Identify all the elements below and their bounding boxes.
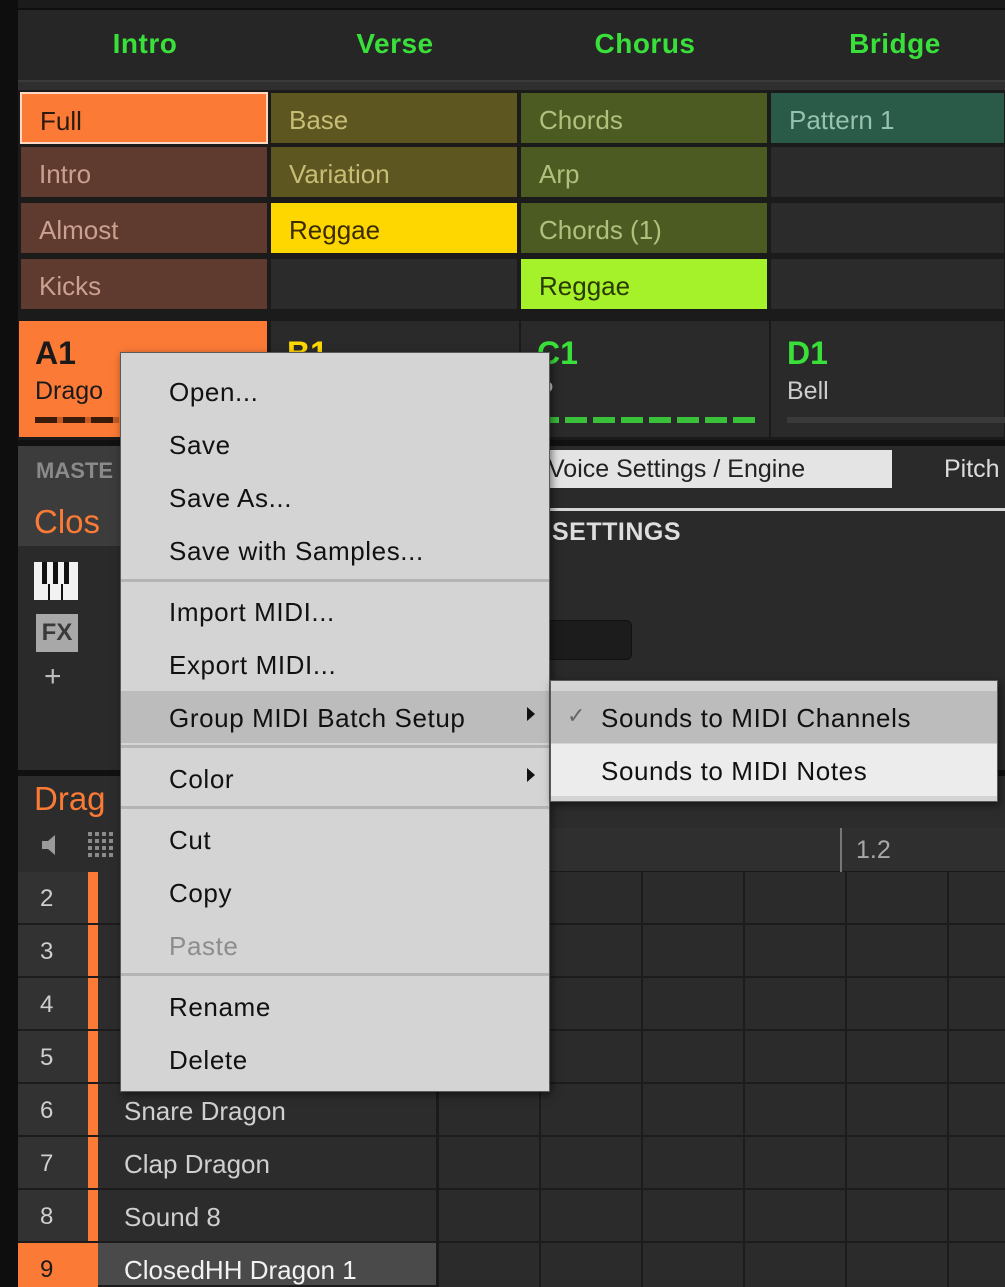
- menu-item-export-midi[interactable]: Export MIDI...: [121, 638, 549, 690]
- pattern-slot-empty[interactable]: [770, 146, 1005, 198]
- sound-row[interactable]: 8 Sound 8: [18, 1190, 436, 1243]
- group-level-meter: [537, 417, 755, 423]
- pattern-slot[interactable]: Variation: [270, 146, 518, 198]
- menu-item-group-midi-batch-setup[interactable]: Group MIDI Batch Setup: [121, 691, 549, 743]
- menu-item-save-with-samples[interactable]: Save with Samples...: [121, 524, 549, 576]
- menu-item-rename[interactable]: Rename: [121, 980, 549, 1032]
- checkmark-icon: ✓: [567, 703, 587, 728]
- pattern-slot-empty[interactable]: [770, 202, 1005, 254]
- sound-number: 8: [18, 1190, 88, 1241]
- menu-item-copy[interactable]: Copy: [121, 866, 549, 918]
- midi-batch-submenu: ✓ Sounds to MIDI Channels Sounds to MIDI…: [550, 680, 998, 802]
- menu-item-save[interactable]: Save: [121, 418, 549, 470]
- fx-icon[interactable]: FX: [36, 614, 78, 652]
- sound-color-stripe: [88, 925, 98, 976]
- scene-header: Intro Verse Chorus Bridge: [18, 8, 1005, 80]
- group-name: Drago: [35, 377, 104, 405]
- sound-number: 9: [18, 1243, 88, 1287]
- group-id: A1: [35, 335, 76, 371]
- settings-section-title: SETTINGS: [552, 518, 682, 546]
- group-id: D1: [787, 335, 828, 371]
- scene-bridge[interactable]: Bridge: [770, 28, 1005, 60]
- pattern-slot[interactable]: Kicks: [20, 258, 268, 310]
- group-level-meter: [35, 417, 119, 423]
- sound-color-stripe: [88, 1137, 98, 1188]
- sound-color-stripe: [88, 1190, 98, 1241]
- sound-name: ClosedHH Dragon 1: [124, 1255, 357, 1285]
- menu-separator: [121, 745, 549, 748]
- sound-color-stripe: [88, 1031, 98, 1082]
- grid-icon[interactable]: [86, 830, 116, 860]
- ruler-label: 1.2: [856, 836, 891, 864]
- pattern-slot[interactable]: Almost: [20, 202, 268, 254]
- pattern-slot[interactable]: Arp: [520, 146, 768, 198]
- tab-underline: [520, 508, 1005, 511]
- pattern-slot[interactable]: Reggae: [520, 258, 768, 310]
- sound-name: Clap Dragon: [124, 1149, 270, 1179]
- pattern-slot[interactable]: Chords: [520, 92, 768, 144]
- menu-item-open[interactable]: Open...: [121, 365, 549, 417]
- menu-item-cut[interactable]: Cut: [121, 813, 549, 865]
- pattern-slot[interactable]: Chords (1): [520, 202, 768, 254]
- scene-intro[interactable]: Intro: [20, 28, 270, 60]
- pattern-slot[interactable]: Pattern 1: [770, 92, 1005, 144]
- menu-separator: [121, 806, 549, 809]
- group-level-meter: [787, 417, 1005, 423]
- group-slot-d1[interactable]: D1 Bell: [770, 320, 1005, 438]
- menu-item-color[interactable]: Color: [121, 752, 549, 804]
- sound-row-selected[interactable]: 9 ClosedHH Dragon 1: [18, 1243, 436, 1287]
- tab-pitch[interactable]: Pitch: [944, 455, 1000, 484]
- pattern-slot[interactable]: Intro: [20, 146, 268, 198]
- sound-row[interactable]: 7 Clap Dragon: [18, 1137, 436, 1190]
- sound-name: Snare Dragon: [124, 1096, 286, 1126]
- add-plugin-icon[interactable]: +: [44, 660, 62, 694]
- sound-number: 2: [18, 872, 88, 923]
- sound-color-stripe: [88, 978, 98, 1029]
- window-frame-left: [0, 0, 18, 1287]
- menu-item-import-midi[interactable]: Import MIDI...: [121, 585, 549, 637]
- speaker-icon[interactable]: [40, 832, 66, 858]
- menu-separator: [121, 579, 549, 582]
- menu-separator: [121, 973, 549, 976]
- submenu-item-label: Sounds to MIDI Channels: [601, 703, 912, 733]
- parameter-field[interactable]: [540, 620, 632, 660]
- group-name: Bell: [787, 377, 829, 405]
- scene-verse[interactable]: Verse: [270, 28, 520, 60]
- sound-title: Clos: [34, 503, 101, 540]
- pattern-slot[interactable]: Base: [270, 92, 518, 144]
- submenu-item-sounds-to-midi-channels[interactable]: ✓ Sounds to MIDI Channels: [551, 691, 997, 743]
- submenu-arrow-icon: [527, 768, 535, 782]
- ruler-marker: [840, 828, 842, 872]
- editor-group-title: Drag: [34, 780, 106, 817]
- pattern-slot[interactable]: Full: [20, 92, 268, 144]
- master-label: MASTE: [36, 458, 113, 483]
- context-menu: Open... Save Save As... Save with Sample…: [120, 352, 550, 1092]
- scene-chorus[interactable]: Chorus: [520, 28, 770, 60]
- pattern-slot-empty[interactable]: [770, 258, 1005, 310]
- sound-number: 3: [18, 925, 88, 976]
- menu-item-label: Color: [169, 764, 235, 794]
- submenu-item-label: Sounds to MIDI Notes: [601, 756, 868, 786]
- sound-number: 6: [18, 1084, 88, 1135]
- submenu-arrow-icon: [527, 707, 535, 721]
- menu-item-save-as[interactable]: Save As...: [121, 471, 549, 523]
- sound-name: Sound 8: [124, 1202, 221, 1232]
- group-slot-c1[interactable]: C1 P: [520, 320, 770, 438]
- sound-number: 5: [18, 1031, 88, 1082]
- pattern-slot-empty[interactable]: [270, 258, 518, 310]
- sound-number: 4: [18, 978, 88, 1029]
- scene-separator: [18, 80, 1005, 90]
- menu-item-delete[interactable]: Delete: [121, 1033, 549, 1085]
- menu-item-paste: Paste: [169, 931, 239, 961]
- sound-color-stripe: [88, 872, 98, 923]
- sound-number: 7: [18, 1137, 88, 1188]
- sound-color-stripe: [88, 1243, 98, 1287]
- piano-keys-icon[interactable]: [34, 562, 78, 600]
- submenu-item-sounds-to-midi-notes[interactable]: Sounds to MIDI Notes: [551, 744, 997, 796]
- menu-item-label: Group MIDI Batch Setup: [169, 703, 466, 733]
- pattern-slot[interactable]: Reggae: [270, 202, 518, 254]
- sound-color-stripe: [88, 1084, 98, 1135]
- tab-voice-settings[interactable]: Voice Settings / Engine: [520, 450, 892, 488]
